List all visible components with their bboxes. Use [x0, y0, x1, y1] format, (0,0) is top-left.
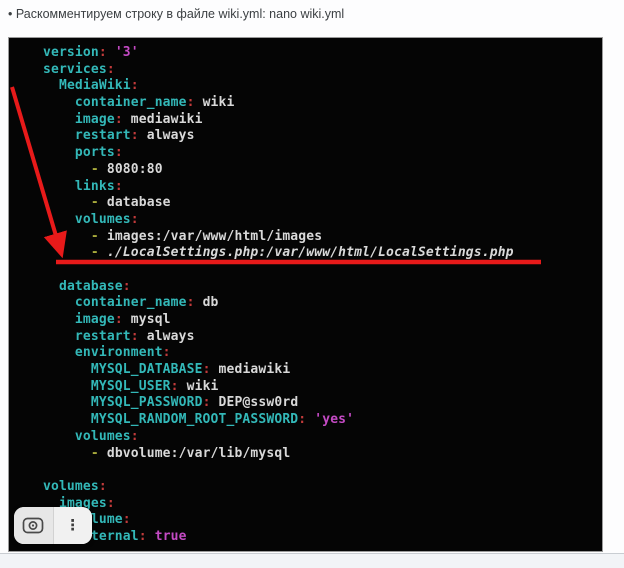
terminal-line: MYSQL_PASSWORD: DEP@ssw0rd [43, 395, 598, 412]
terminal-line: volumes: [43, 479, 598, 496]
terminal-line: - dbvolume:/var/lib/mysql [43, 446, 598, 463]
instruction-bullet-text: • Раскомментируем строку в файле wiki.ym… [8, 6, 608, 24]
terminal-line: dbvolume: [43, 512, 598, 529]
terminal-line: - 8080:80 [43, 162, 598, 179]
terminal-line: services: [43, 62, 598, 79]
terminal-line: MYSQL_USER: wiki [43, 379, 598, 396]
terminal-line: container_name: db [43, 295, 598, 312]
yaml-code-block: version: '3'services: MediaWiki: contain… [9, 38, 602, 551]
terminal-line: ports: [43, 145, 598, 162]
terminal-line: volumes: [43, 212, 598, 229]
terminal-line: - database [43, 195, 598, 212]
terminal-line: links: [43, 179, 598, 196]
terminal-line: volumes: [43, 429, 598, 446]
terminal-line: image: mediawiki [43, 112, 598, 129]
more-options-icon: ⋮ [65, 518, 80, 533]
terminal-line: ~ [43, 546, 598, 552]
terminal-line: - images:/var/www/html/images [43, 229, 598, 246]
terminal-line: images: [43, 496, 598, 513]
terminal-line: MYSQL_RANDOM_ROOT_PASSWORD: 'yes' [43, 412, 598, 429]
screenshot-search-button[interactable] [14, 507, 53, 544]
terminal-line: external: true [43, 529, 598, 546]
terminal-line: restart: always [43, 128, 598, 145]
terminal-line: - ./LocalSettings.php:/var/www/html/Loca… [43, 245, 598, 262]
terminal-line: version: '3' [43, 45, 598, 62]
terminal-line: MediaWiki: [43, 78, 598, 95]
screenshot-search-icon [22, 515, 44, 537]
terminal-line: MYSQL_DATABASE: mediawiki [43, 362, 598, 379]
terminal-line: environment: [43, 345, 598, 362]
terminal-line [43, 262, 598, 279]
terminal-line: restart: always [43, 329, 598, 346]
screenshot-tool-widget: ⋮ [14, 507, 92, 544]
terminal-line: container_name: wiki [43, 95, 598, 112]
page-bottom-strip [0, 553, 624, 568]
terminal-line: image: mysql [43, 312, 598, 329]
widget-more-options-button[interactable]: ⋮ [54, 507, 93, 544]
terminal-screenshot: version: '3'services: MediaWiki: contain… [8, 37, 603, 552]
terminal-line: database: [43, 279, 598, 296]
terminal-line [43, 462, 598, 479]
